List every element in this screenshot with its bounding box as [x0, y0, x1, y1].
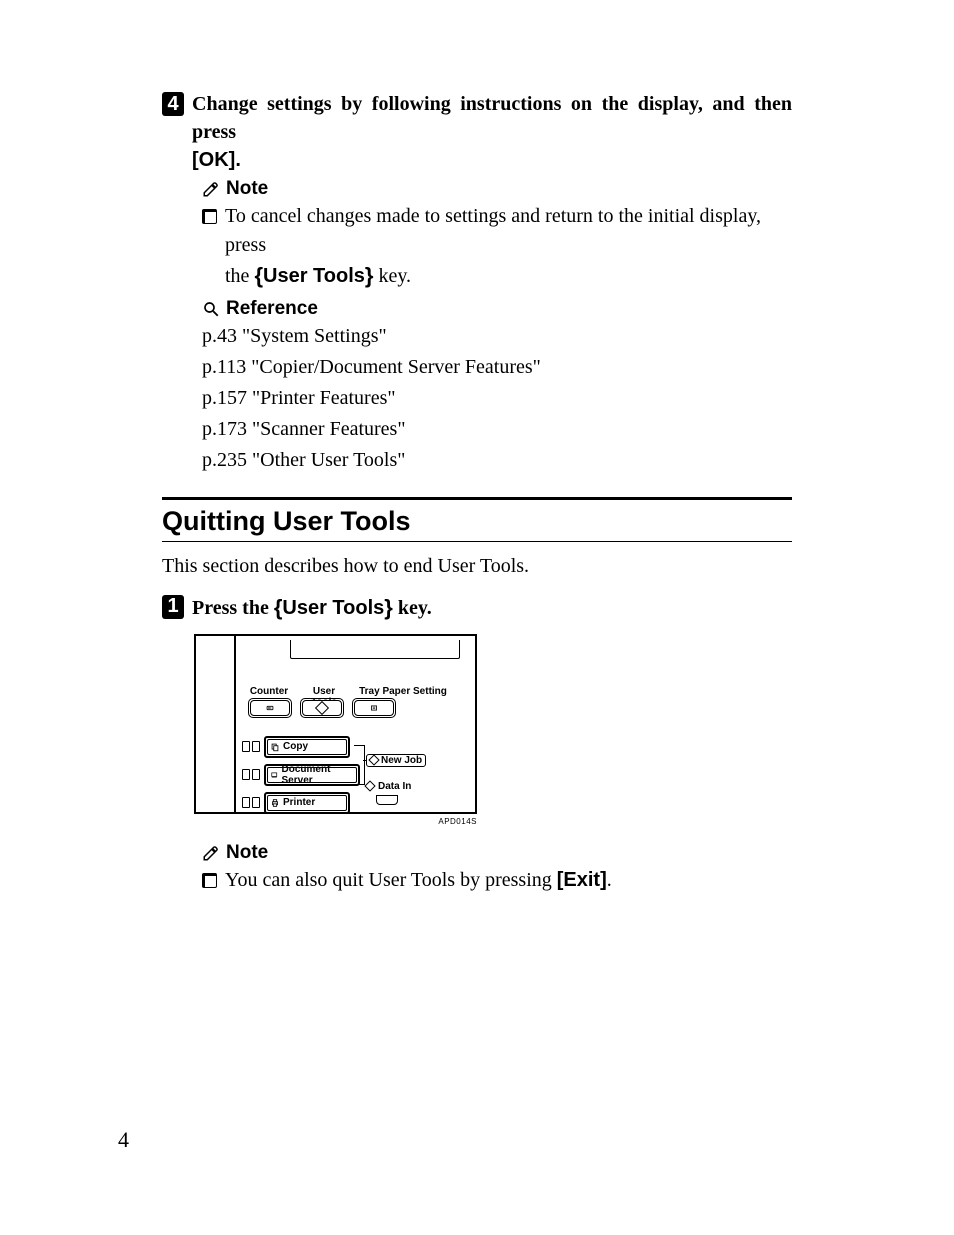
control-panel-illustration: Counter User Tools Tray Paper Setting Co… — [194, 634, 792, 814]
document-server-label: Document Server — [282, 764, 352, 786]
note1-line1: To cancel changes made to settings and r… — [225, 205, 761, 256]
leds-copy — [242, 741, 260, 752]
rule-top — [162, 497, 792, 500]
pencil-icon — [202, 180, 220, 198]
step-1-text: Press the {User Tools} key. — [192, 593, 432, 624]
step-4: 4 Change settings by following instructi… — [162, 90, 792, 174]
step-number-1: 1 — [162, 595, 184, 619]
note2-a: You can also quit User Tools by pressing — [225, 869, 557, 891]
ref-item-2: p.113 "Copier/Document Server Features" — [202, 353, 792, 382]
user-tools-key-1: User Tools — [263, 265, 365, 287]
printer-label: Printer — [283, 797, 315, 808]
magnifier-icon — [202, 300, 220, 318]
printer-button: Printer — [264, 792, 350, 814]
step-number-4: 4 — [162, 92, 184, 116]
step-4-line1: Change settings by following instruction… — [192, 93, 792, 143]
document-server-icon — [270, 770, 279, 780]
page-number: 4 — [118, 1127, 129, 1153]
section-intro: This section describes how to end User T… — [162, 552, 792, 581]
bullet-icon-2 — [202, 873, 217, 888]
step1-a: Press the — [192, 597, 274, 619]
ref-item-5: p.235 "Other User Tools" — [202, 446, 792, 475]
note1-text: To cancel changes made to settings and r… — [225, 202, 792, 292]
data-in-indicator: Data In — [366, 781, 411, 792]
display-outline — [290, 640, 460, 659]
ref-item-3: p.157 "Printer Features" — [202, 384, 792, 413]
reference-list: p.43 "System Settings" p.113 "Copier/Doc… — [202, 322, 792, 475]
printer-icon — [270, 798, 280, 808]
step-4-text: Change settings by following instruction… — [192, 90, 792, 174]
step1-b: key. — [393, 597, 432, 619]
copy-icon — [270, 742, 280, 752]
note1-line2b: key. — [373, 265, 411, 287]
ref-item-1: p.43 "System Settings" — [202, 322, 792, 351]
new-job-label: New Job — [381, 755, 422, 766]
exit-key: [Exit] — [557, 869, 607, 891]
diamond-icon — [314, 701, 328, 715]
bullet-icon — [202, 209, 217, 224]
step-4-ok-key: [OK]. — [192, 149, 241, 171]
copy-button: Copy — [264, 736, 350, 758]
note2-text: You can also quit User Tools by pressing… — [225, 866, 612, 895]
tray-paper-button — [352, 698, 396, 718]
note-label-1: Note — [226, 178, 268, 200]
leds-printer — [242, 797, 260, 808]
step-1: 1 Press the {User Tools} key. — [162, 593, 792, 624]
note1-line2a: the — [225, 265, 254, 287]
close-bracket-icon-2: } — [384, 595, 393, 620]
reference-label: Reference — [226, 298, 318, 320]
user-tools-button — [300, 698, 344, 718]
counter-button — [248, 698, 292, 718]
diamond-outline-icon-2 — [364, 781, 375, 792]
document-server-button: Document Server — [264, 764, 360, 786]
bracket-connector — [354, 745, 365, 785]
user-tools-key-2: User Tools — [282, 597, 384, 619]
new-job-indicator: New Job — [366, 754, 426, 767]
note2-b: . — [607, 869, 612, 891]
data-in-label: Data In — [378, 781, 411, 792]
data-in-lamp — [376, 795, 398, 805]
copy-label: Copy — [283, 741, 308, 752]
diamond-outline-icon — [368, 755, 379, 766]
figure-code: APD014S — [194, 817, 477, 826]
section-heading: Quitting User Tools — [162, 506, 792, 537]
rule-bottom — [162, 541, 792, 542]
open-bracket-icon: { — [254, 263, 263, 288]
pencil-icon-2 — [202, 844, 220, 862]
ref-item-4: p.173 "Scanner Features" — [202, 415, 792, 444]
note-label-2: Note — [226, 842, 268, 864]
leds-docserver — [242, 769, 260, 780]
